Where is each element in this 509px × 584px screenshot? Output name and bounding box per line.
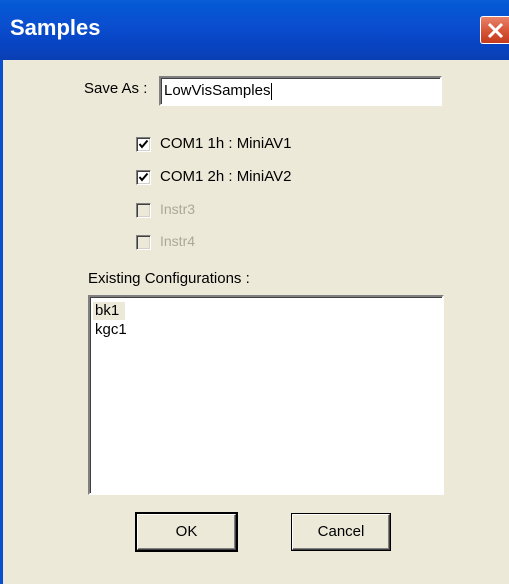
samples-dialog: Samples Save As : LowVisSamples COM1 1h …	[0, 0, 509, 584]
close-button[interactable]	[480, 16, 509, 44]
instrument-label-1[interactable]: COM1 1h : MiniAV1	[160, 135, 291, 152]
checkmark-icon	[138, 172, 149, 182]
close-icon	[487, 22, 504, 39]
title-bar[interactable]: Samples	[0, 0, 509, 60]
save-as-label: Save As :	[84, 80, 148, 97]
list-item-kgc1[interactable]: kgc1	[93, 321, 129, 339]
text-caret	[271, 82, 273, 100]
cancel-button[interactable]: Cancel	[292, 514, 390, 550]
instrument-checkbox-1[interactable]	[136, 137, 151, 152]
list-item-bk1[interactable]: bk1	[93, 302, 125, 320]
save-as-input[interactable]: LowVisSamples	[159, 76, 442, 106]
window-frame-left	[0, 60, 3, 584]
checkmark-icon	[138, 139, 149, 149]
window-title: Samples	[10, 15, 101, 40]
ok-button[interactable]: OK	[137, 514, 236, 550]
instrument-label-2[interactable]: COM1 2h : MiniAV2	[160, 168, 291, 185]
instrument-checkbox-3	[136, 203, 151, 218]
save-as-value: LowVisSamples	[164, 82, 271, 99]
instrument-checkbox-4	[136, 235, 151, 250]
configurations-listbox[interactable]: bk1 kgc1	[88, 295, 444, 495]
existing-configurations-label: Existing Configurations :	[88, 270, 250, 287]
instrument-label-3: Instr3	[160, 201, 196, 217]
instrument-checkbox-2[interactable]	[136, 170, 151, 185]
instrument-label-4: Instr4	[160, 233, 196, 249]
